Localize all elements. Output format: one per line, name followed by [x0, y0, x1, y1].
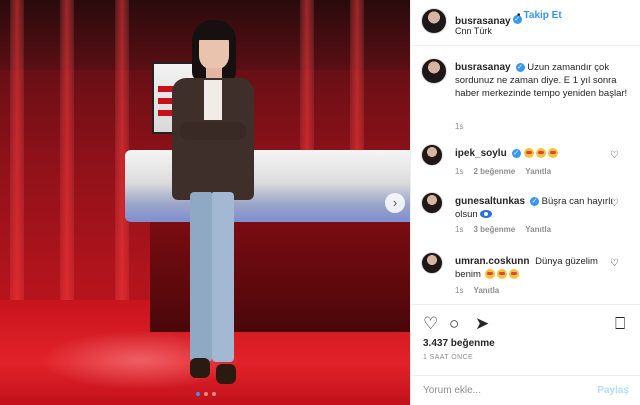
glass-panel — [10, 0, 24, 330]
post-header: busrasanay ✓ • Takip Et Cnn Türk — [411, 0, 640, 46]
caption-username[interactable]: busrasanay — [455, 62, 511, 73]
bookmark-icon[interactable]: ⎕ — [615, 315, 625, 333]
avatar[interactable] — [421, 252, 443, 274]
post-photo[interactable]: › — [0, 0, 410, 405]
presenter-figure — [168, 20, 258, 390]
avatar[interactable] — [421, 8, 447, 34]
reply-button[interactable]: Yanıtla — [525, 167, 551, 176]
comment-like-heart-icon[interactable]: ♡ — [610, 150, 619, 161]
verified-icon: ✓ — [530, 196, 540, 206]
comment-likes[interactable]: 3 beğenme — [473, 225, 515, 234]
like-heart-icon[interactable]: ♡ — [423, 315, 438, 333]
comment-bubble-icon[interactable]: ○ — [449, 315, 459, 333]
reply-button[interactable]: Yanıtla — [473, 286, 499, 295]
comment-username[interactable]: umran.coskunn — [455, 256, 529, 267]
avatar[interactable] — [421, 144, 443, 166]
verified-icon: ✓ — [511, 148, 521, 158]
glass-panel — [60, 0, 74, 330]
heart-eyes-emoji-icon — [496, 269, 507, 280]
heart-eyes-emoji-icon — [548, 148, 559, 159]
avatar[interactable] — [421, 192, 443, 214]
comment-like-heart-icon[interactable]: ♡ — [610, 198, 619, 209]
carousel-dots — [196, 392, 216, 396]
heart-eyes-emoji-icon — [536, 148, 547, 159]
comment-input[interactable]: Yorum ekle... — [423, 385, 481, 396]
comment-time: 1s — [455, 286, 464, 295]
carousel-dot — [204, 392, 208, 396]
avatar[interactable] — [421, 58, 447, 84]
carousel-dot — [212, 392, 216, 396]
post-actions: ♡ ○ ➤ ⎕ 3.437 beğenme 1 SAAT ÖNCE Yorum … — [411, 304, 640, 404]
separator-dot: • — [517, 10, 521, 21]
likes-count[interactable]: 3.437 beğenme — [423, 338, 495, 349]
comment-likes[interactable]: 2 beğenme — [473, 167, 515, 176]
comment-time: 1s — [455, 225, 464, 234]
post-time: 1 SAAT ÖNCE — [423, 354, 474, 361]
carousel-dot-active — [196, 392, 200, 396]
comment-username[interactable]: ipek_soylu — [455, 148, 507, 159]
heart-eyes-emoji-icon — [484, 269, 495, 280]
heart-eyes-emoji-icon — [508, 269, 519, 280]
comment-time: 1s — [455, 167, 464, 176]
comment-like-heart-icon[interactable]: ♡ — [610, 258, 619, 269]
comment-username[interactable]: gunesaltunkas — [455, 196, 525, 207]
post-comment-button[interactable]: Paylaş — [597, 385, 629, 396]
follow-button[interactable]: Takip Et — [524, 10, 562, 21]
post-side-panel: busrasanay ✓ • Takip Et Cnn Türk busrasana… — [410, 0, 640, 405]
post-location[interactable]: Cnn Türk — [455, 26, 492, 36]
caption-time: 1s — [455, 122, 464, 131]
verified-icon: ✓ — [515, 62, 525, 72]
reply-button[interactable]: Yanıtla — [525, 225, 551, 234]
carousel-next-icon[interactable]: › — [385, 193, 405, 213]
comment-input-row: Yorum ekle... Paylaş — [411, 375, 640, 405]
heart-eyes-emoji-icon — [524, 148, 535, 159]
evil-eye-icon — [480, 210, 493, 219]
share-send-icon[interactable]: ➤ — [475, 315, 489, 333]
